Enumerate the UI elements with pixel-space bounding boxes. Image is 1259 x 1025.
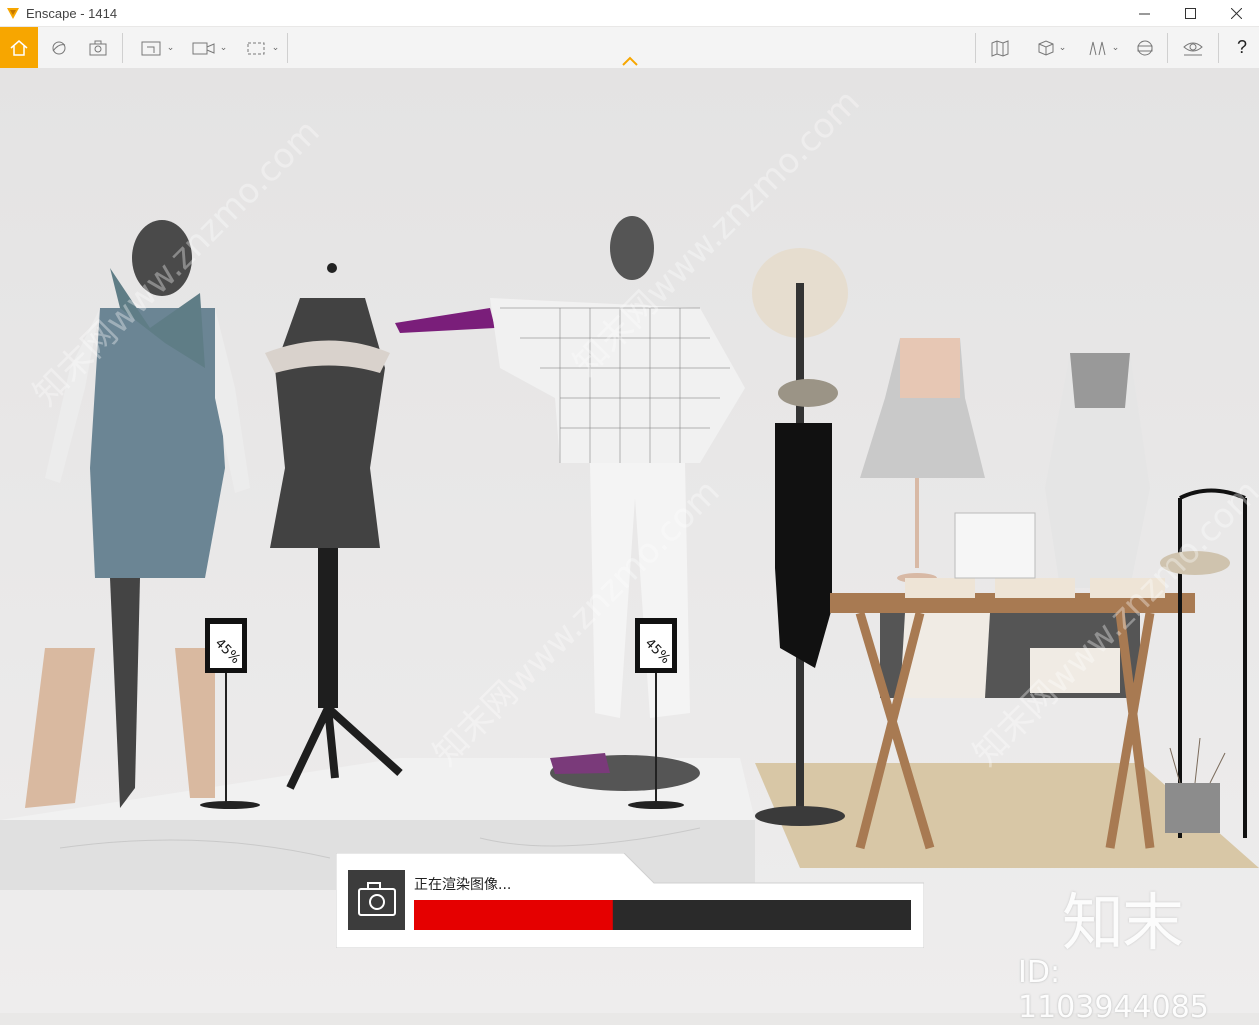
toolbar-separator bbox=[287, 33, 288, 63]
view-cube-icon bbox=[1038, 39, 1054, 56]
render-progress-panel bbox=[336, 853, 924, 948]
minimize-button[interactable] bbox=[1121, 0, 1167, 26]
chevron-down-icon: ⌄ bbox=[271, 42, 280, 52]
panorama-dropdown[interactable]: ⌄ bbox=[240, 27, 284, 68]
map-icon bbox=[991, 39, 1009, 57]
chevron-down-icon: ⌄ bbox=[219, 42, 228, 52]
maximize-button[interactable] bbox=[1167, 0, 1213, 26]
video-icon bbox=[192, 42, 215, 54]
close-icon bbox=[1230, 7, 1242, 19]
toolbar-separator bbox=[122, 33, 123, 63]
chevron-down-icon: ⌄ bbox=[1111, 42, 1120, 52]
asset-library-dropdown[interactable]: ⌄ bbox=[1080, 27, 1126, 68]
title-bar: Enscape - 1414 bbox=[0, 0, 1259, 26]
camera-tile bbox=[348, 870, 405, 930]
screenshot-button[interactable] bbox=[86, 27, 110, 68]
orbit-button[interactable] bbox=[47, 27, 71, 68]
map-button[interactable] bbox=[987, 27, 1013, 68]
render-dropdown[interactable]: ⌄ bbox=[135, 27, 179, 68]
view-dropdown[interactable]: ⌄ bbox=[1028, 27, 1074, 68]
chevron-down-icon: ⌄ bbox=[166, 42, 175, 52]
vr-button[interactable] bbox=[1132, 27, 1158, 68]
watermark-logo: 知末 bbox=[1062, 886, 1184, 959]
watermark-id: ID: 1103944085 bbox=[1018, 955, 1209, 1025]
toolbar-separator bbox=[1218, 33, 1219, 63]
vr-headset-icon bbox=[1137, 40, 1153, 55]
progress-fill bbox=[414, 900, 613, 930]
collapse-toolbar-icon[interactable] bbox=[621, 55, 639, 67]
asset-library-icon bbox=[1089, 41, 1106, 55]
visual-settings-button[interactable] bbox=[1180, 27, 1206, 68]
enscape-logo-icon bbox=[7, 8, 19, 19]
home-button[interactable] bbox=[0, 27, 38, 68]
visual-settings-icon bbox=[1183, 42, 1203, 55]
home-icon bbox=[10, 39, 28, 56]
render-status-text: 正在渲染图像... bbox=[414, 877, 512, 893]
video-dropdown[interactable]: ⌄ bbox=[186, 27, 232, 68]
toolbar-separator bbox=[1167, 33, 1168, 63]
toolbar-separator bbox=[975, 33, 976, 63]
screenshot-icon bbox=[89, 40, 107, 55]
orbit-icon bbox=[52, 41, 66, 54]
help-button[interactable]: ? bbox=[1230, 27, 1254, 68]
chevron-down-icon: ⌄ bbox=[1058, 42, 1067, 52]
window-title: Enscape - 1414 bbox=[26, 5, 118, 21]
minimize-icon bbox=[1138, 13, 1150, 14]
close-button[interactable] bbox=[1213, 0, 1259, 26]
render-icon bbox=[141, 41, 161, 55]
maximize-icon bbox=[1184, 7, 1196, 19]
panorama-icon bbox=[247, 42, 265, 54]
